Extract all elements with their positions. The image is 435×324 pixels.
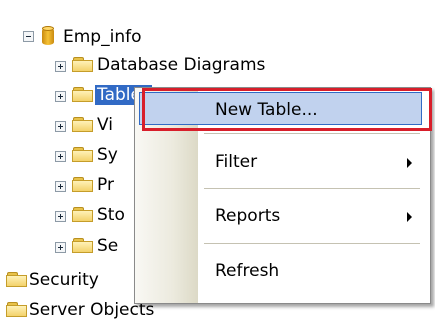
tree-node-views[interactable]: Vi [97, 115, 113, 135]
folder-icon [72, 176, 94, 193]
expand-expander-icon[interactable] [55, 181, 66, 192]
folder-icon [6, 301, 28, 318]
tree-node-security[interactable]: Security [29, 270, 99, 290]
menu-item-reports[interactable]: Reports [135, 196, 430, 236]
menu-item-label: New Table... [215, 100, 318, 120]
submenu-arrow-icon [407, 212, 412, 222]
collapse-expander-icon[interactable] [23, 31, 34, 42]
database-icon [42, 26, 54, 46]
folder-icon [72, 206, 94, 223]
folder-icon [6, 271, 28, 288]
expand-expander-icon[interactable] [55, 91, 66, 102]
menu-item-new-table[interactable]: New Table... [135, 90, 430, 130]
folder-icon [72, 86, 94, 103]
menu-item-refresh[interactable]: Refresh [135, 251, 430, 291]
expand-expander-icon[interactable] [55, 121, 66, 132]
tree-node-storage[interactable]: Sto [97, 205, 125, 225]
folder-icon [72, 237, 94, 254]
menu-item-filter[interactable]: Filter [135, 142, 430, 182]
menu-item-label: Refresh [215, 261, 280, 281]
expand-expander-icon[interactable] [55, 242, 66, 253]
folder-icon [72, 116, 94, 133]
expand-expander-icon[interactable] [55, 211, 66, 222]
tree-node-programmability[interactable]: Pr [97, 175, 114, 195]
submenu-arrow-icon [407, 158, 412, 168]
tree-node-database-diagrams[interactable]: Database Diagrams [97, 55, 265, 75]
menu-separator [204, 243, 420, 244]
folder-icon [72, 146, 94, 163]
tree-node-emp-info[interactable]: Emp_info [63, 27, 141, 47]
menu-separator [204, 133, 420, 134]
menu-item-label: Reports [215, 206, 281, 226]
menu-item-label: Filter [215, 152, 258, 172]
expand-expander-icon[interactable] [55, 61, 66, 72]
folder-icon [72, 56, 94, 73]
expand-expander-icon[interactable] [55, 151, 66, 162]
tree-node-synonyms[interactable]: Sy [97, 145, 118, 165]
menu-separator [204, 188, 420, 189]
tree-node-security-child[interactable]: Se [97, 236, 118, 256]
context-menu: New Table... Filter Reports Refresh [134, 87, 431, 304]
